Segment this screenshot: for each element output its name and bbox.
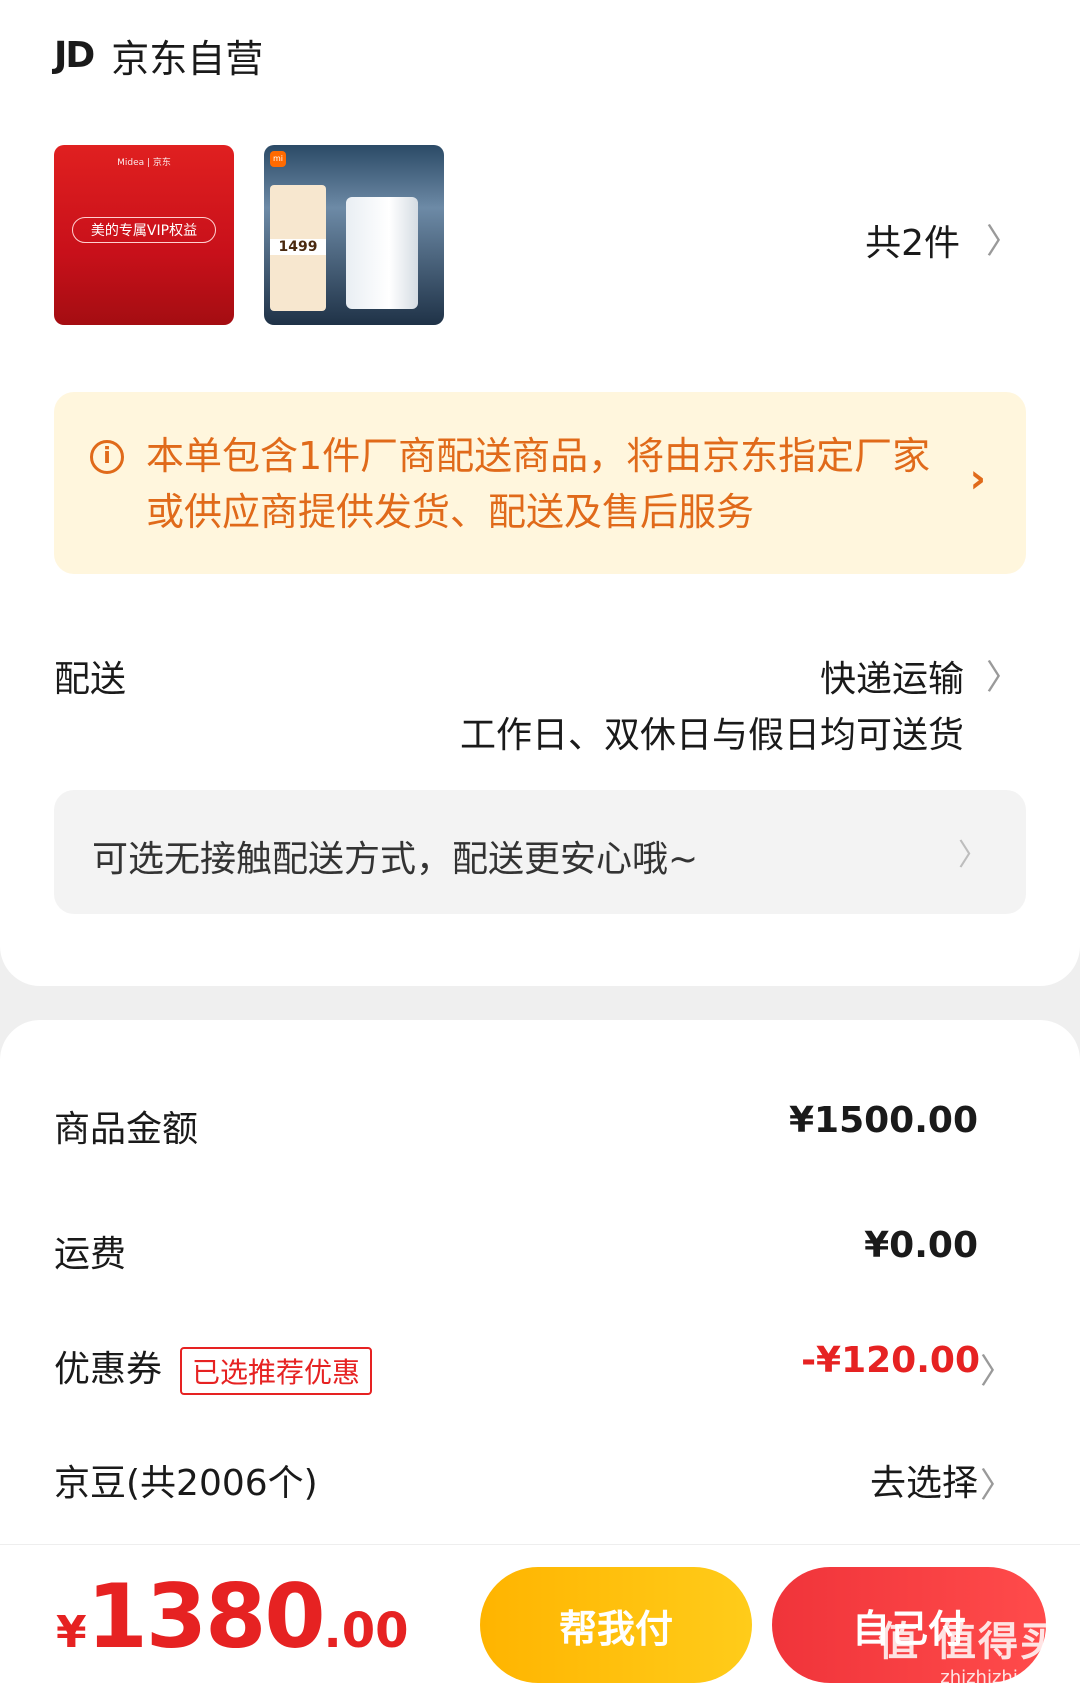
shipping-value: ¥0.00 (864, 1225, 978, 1266)
jd-logo: JD (54, 35, 95, 76)
checkout-bar: ¥1380.00 帮我付 自己付 值 值得买 zhizhizhi.com (0, 1544, 1080, 1696)
chevron-right-icon: 〉 (958, 838, 988, 873)
total-integer: 1380 (86, 1565, 326, 1668)
chevron-right-icon: › (969, 456, 986, 502)
coupon-tag: 已选推荐优惠 (180, 1347, 373, 1395)
watermark-logo: 值 值得买 (878, 1619, 1062, 1665)
info-icon: i (90, 440, 124, 474)
promo-panel: 1499 (270, 185, 326, 311)
product-thumb-purifier[interactable]: mi 1499 (264, 145, 444, 325)
vendor-delivery-notice[interactable]: i 本单包含1件厂商配送商品，将由京东指定厂家或供应商提供发货、配送及售后服务 … (54, 392, 1026, 574)
currency-symbol: ¥ (56, 1607, 87, 1658)
watermark: 值 值得买 zhizhizhi.com (878, 1609, 1062, 1688)
goods-amount-row: 商品金额 ¥1500.00 (0, 1100, 1080, 1160)
goods-amount-value: ¥1500.00 (788, 1100, 978, 1141)
coupon-value: -¥120.00 (801, 1340, 980, 1381)
water-purifier-image (346, 197, 418, 309)
chevron-right-icon: 〉 (980, 1352, 1014, 1392)
vip-badge: 美的专属VIP权益 (72, 217, 216, 243)
coupon-label-wrap: 优惠券 已选推荐优惠 (54, 1340, 373, 1395)
goods-amount-label: 商品金额 (54, 1109, 199, 1150)
promo-price: 1499 (270, 239, 326, 255)
total-price: ¥1380.00 (56, 1565, 409, 1668)
beans-label: 京豆(共2006个) (54, 1463, 318, 1504)
item-count[interactable]: 共2件 (865, 214, 960, 266)
beans-select[interactable]: 去选择 (870, 1454, 978, 1506)
contactless-text: 可选无接触配送方式，配送更安心哦~ (92, 839, 699, 880)
price-summary-card: 商品金额 ¥1500.00 运费 ¥0.00 优惠券 已选推荐优惠 -¥120.0… (0, 1020, 1080, 1544)
help-pay-button[interactable]: 帮我付 (480, 1567, 752, 1683)
delivery-type[interactable]: 快递运输 (820, 650, 964, 702)
watermark-url: zhizhizhi.com (940, 1667, 1062, 1688)
order-card: JD 京东自营 Midea | 京东 美的专属VIP权益 mi 1499 共2件… (0, 0, 1080, 986)
chevron-right-icon[interactable]: 〉 (986, 214, 1020, 263)
delivery-note: 工作日、双休日与假日均可送货 (459, 715, 964, 756)
chevron-right-icon[interactable]: 〉 (986, 650, 1020, 699)
coupon-label: 优惠券 (54, 1349, 163, 1390)
contactless-delivery-option[interactable]: 可选无接触配送方式，配送更安心哦~ 〉 (54, 790, 1026, 914)
brand-logo: Midea | 京东 (117, 158, 171, 168)
notice-text: 本单包含1件厂商配送商品，将由京东指定厂家或供应商提供发货、配送及售后服务 (146, 434, 931, 534)
beans-row[interactable]: 京豆(共2006个) 去选择 〉 (0, 1454, 1080, 1514)
product-thumb-vip[interactable]: Midea | 京东 美的专属VIP权益 (54, 145, 234, 325)
mi-logo: mi (270, 151, 286, 167)
coupon-row[interactable]: 优惠券 已选推荐优惠 -¥120.00 〉 (0, 1340, 1080, 1400)
shop-header: JD 京东自营 (54, 28, 263, 83)
delivery-label: 配送 (54, 659, 127, 700)
shipping-row: 运费 ¥0.00 (0, 1225, 1080, 1285)
chevron-right-icon: 〉 (980, 1466, 1014, 1506)
shop-name: 京东自营 (111, 37, 264, 81)
total-decimal: .00 (323, 1603, 409, 1659)
shipping-label: 运费 (54, 1234, 127, 1275)
